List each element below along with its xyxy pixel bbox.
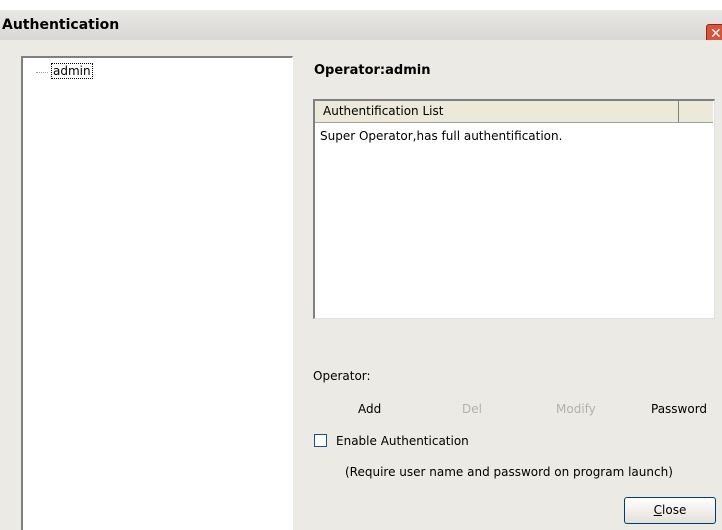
title-bar[interactable]: Authentication ✕ [0, 10, 722, 45]
enable-authentication-checkbox[interactable] [314, 434, 327, 447]
column-header-authentification[interactable]: Authentification List [315, 101, 679, 122]
modify-button[interactable]: Modify [556, 402, 596, 416]
operator-label: Operator: [313, 369, 371, 383]
authentication-window: Authentication ✕ admin Operator:admin Au… [0, 0, 722, 530]
operator-tree[interactable]: admin [21, 56, 293, 530]
tree-item-admin[interactable]: admin [51, 63, 93, 79]
close-button-mnemonic: C [653, 503, 663, 517]
window-title: Authentication [2, 17, 120, 33]
password-button[interactable]: Password [651, 402, 707, 416]
operator-heading: Operator:admin [314, 63, 431, 78]
add-button[interactable]: Add [358, 402, 381, 416]
list-item[interactable]: Super Operator,has full authentification… [320, 129, 562, 143]
list-header: Authentification List [315, 101, 713, 123]
tree-connector-line [36, 72, 48, 73]
authentification-list[interactable]: Authentification List Super Operator,has… [313, 99, 715, 319]
close-button[interactable]: Close [624, 497, 716, 524]
column-header-empty[interactable] [680, 101, 713, 122]
del-button[interactable]: Del [462, 402, 482, 416]
launch-hint-text: (Require user name and password on progr… [345, 465, 673, 479]
enable-authentication-label[interactable]: Enable Authentication [336, 434, 469, 448]
close-button-label-rest: lose [662, 503, 687, 517]
